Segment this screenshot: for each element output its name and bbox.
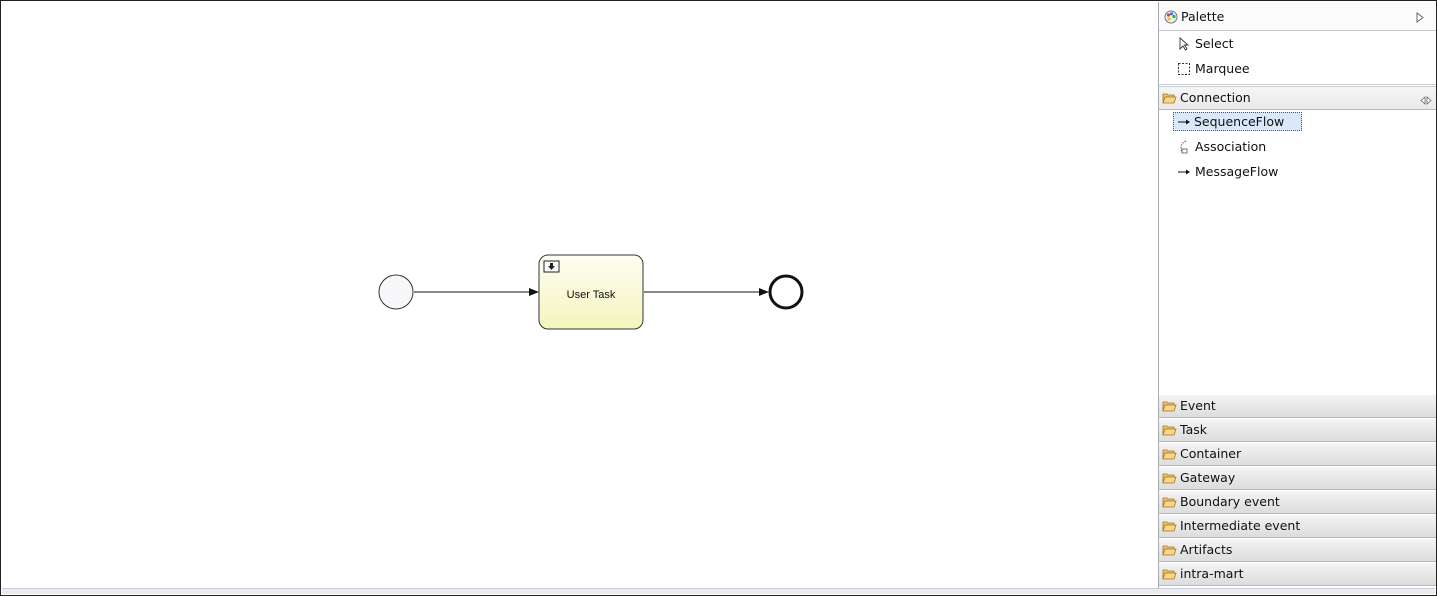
user-task-icon	[543, 260, 560, 273]
tool-association[interactable]: Association	[1173, 137, 1293, 157]
drawer-intermediate-event[interactable]: Intermediate event	[1159, 514, 1436, 538]
folder-icon	[1162, 568, 1177, 583]
drawer-connection-label: Connection	[1180, 90, 1251, 105]
folder-icon	[1162, 400, 1177, 415]
drawer-intermediate-event-label: Intermediate event	[1180, 518, 1301, 533]
drawer-artifacts[interactable]: Artifacts	[1159, 538, 1436, 562]
folder-icon	[1162, 472, 1177, 487]
bottom-border	[2, 588, 1435, 594]
arrow-cursor-icon	[1177, 37, 1191, 51]
drawer-event[interactable]: Event	[1159, 394, 1436, 418]
marquee-icon	[1177, 62, 1191, 76]
folder-icon	[1162, 424, 1177, 439]
tool-select[interactable]: Select	[1173, 34, 1293, 54]
tool-marquee-label: Marquee	[1195, 61, 1250, 76]
arrow-right-icon	[1177, 165, 1191, 179]
folder-icon	[1162, 496, 1177, 511]
drawer-boundary-event[interactable]: Boundary event	[1159, 490, 1436, 514]
sequence-flow-1[interactable]	[414, 288, 539, 296]
editor-window: User Task Palette Select Marquee Connect…	[0, 0, 1437, 596]
folder-open-icon	[1162, 92, 1177, 107]
palette-header[interactable]: Palette	[1159, 2, 1436, 31]
pin-icon[interactable]	[1420, 93, 1432, 108]
user-task-label: User Task	[566, 289, 616, 301]
folder-icon	[1162, 544, 1177, 559]
association-icon	[1177, 140, 1191, 154]
drawer-boundary-event-label: Boundary event	[1180, 494, 1280, 509]
palette-icon	[1164, 10, 1178, 27]
drawer-connection[interactable]: Connection	[1159, 86, 1436, 110]
drawer-task-label: Task	[1180, 422, 1207, 437]
palette-title: Palette	[1181, 9, 1225, 24]
triangle-right-icon[interactable]	[1416, 11, 1424, 26]
tool-sequence-flow-label: SequenceFlow	[1194, 114, 1285, 129]
tool-sequence-flow[interactable]: SequenceFlow	[1173, 112, 1302, 131]
palette-panel: Palette Select Marquee Connection Sequen…	[1158, 2, 1436, 590]
drawer-container-label: Container	[1180, 446, 1242, 461]
end-event[interactable]	[768, 274, 804, 310]
drawer-event-label: Event	[1180, 398, 1216, 413]
tool-association-label: Association	[1195, 139, 1267, 154]
folder-icon	[1162, 448, 1177, 463]
sequence-flow-2[interactable]	[644, 288, 769, 296]
drawer-gateway-label: Gateway	[1180, 470, 1236, 485]
tool-select-label: Select	[1195, 36, 1234, 51]
drawer-intra-mart[interactable]: intra-mart	[1159, 562, 1436, 586]
folder-icon	[1162, 520, 1177, 535]
drawer-gateway[interactable]: Gateway	[1159, 466, 1436, 490]
drawer-intra-mart-label: intra-mart	[1180, 566, 1244, 581]
drawer-artifacts-label: Artifacts	[1180, 542, 1233, 557]
tool-marquee[interactable]: Marquee	[1173, 59, 1293, 79]
tool-message-flow[interactable]: MessageFlow	[1173, 162, 1293, 182]
tool-message-flow-label: MessageFlow	[1195, 164, 1279, 179]
drawer-container[interactable]: Container	[1159, 442, 1436, 466]
diagram-canvas[interactable]: User Task	[2, 2, 1157, 590]
arrow-right-icon	[1177, 115, 1191, 129]
drawer-task[interactable]: Task	[1159, 418, 1436, 442]
start-event[interactable]	[378, 274, 414, 310]
palette-separator	[1159, 84, 1436, 85]
